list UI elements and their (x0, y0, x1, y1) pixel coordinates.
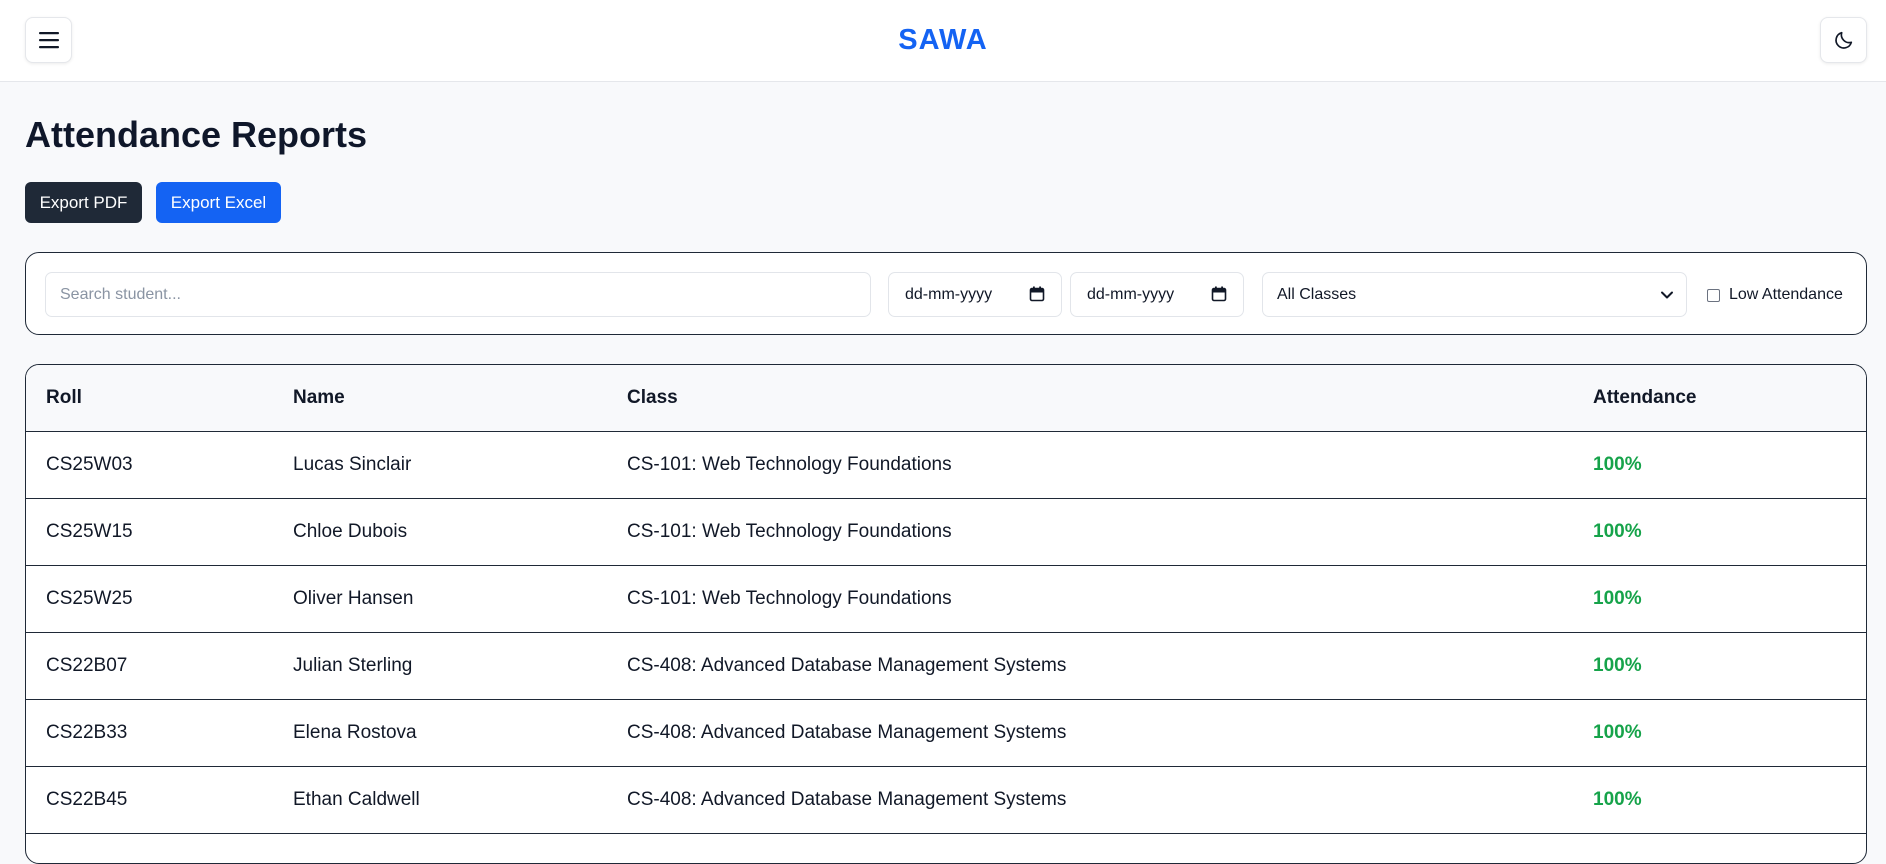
class-cell: CS-408: Advanced Database Management Sys… (627, 722, 1067, 743)
name-cell: Julian Sterling (293, 655, 413, 676)
attendance-cell: 100% (1593, 454, 1642, 475)
table-row[interactable]: CS25W15 Chloe Dubois CS-101: Web Technol… (26, 499, 1866, 566)
column-header-roll[interactable]: Roll (46, 365, 82, 431)
roll-cell: CS22B45 (46, 789, 128, 810)
moon-icon (1834, 31, 1852, 49)
attendance-table: Roll Name Class Attendance CS25W03 Lucas… (25, 364, 1867, 864)
roll-cell: CS25W03 (46, 454, 133, 475)
class-cell: CS-101: Web Technology Foundations (627, 521, 952, 542)
roll-cell: CS25W15 (46, 521, 133, 542)
low-attendance-checkbox[interactable] (1707, 288, 1720, 302)
export-pdf-button[interactable]: Export PDF (25, 182, 142, 223)
attendance-cell: 100% (1593, 655, 1642, 676)
table-row[interactable]: CS25W25 Oliver Hansen CS-101: Web Techno… (26, 566, 1866, 633)
class-select-value: All Classes (1277, 285, 1357, 303)
calendar-icon[interactable] (1029, 286, 1045, 302)
name-cell: Ethan Caldwell (293, 789, 420, 810)
column-header-attendance[interactable]: Attendance (1593, 365, 1696, 431)
search-input[interactable]: Search student... (45, 272, 871, 317)
attendance-cell: 100% (1593, 789, 1642, 810)
roll-cell: CS25W25 (46, 588, 133, 609)
filter-bar: Search student... dd-mm-yyyy dd-mm-yyyy … (25, 252, 1867, 335)
low-attendance-filter[interactable]: Low Attendance (1707, 286, 1843, 304)
table-row[interactable]: CS25W03 Lucas Sinclair CS-101: Web Techn… (26, 432, 1866, 499)
top-navbar: SAWA (0, 0, 1886, 82)
class-cell: CS-101: Web Technology Foundations (627, 454, 952, 475)
date-from-input[interactable]: dd-mm-yyyy (888, 272, 1062, 317)
attendance-cell: 100% (1593, 521, 1642, 542)
calendar-icon[interactable] (1211, 286, 1227, 302)
name-cell: Chloe Dubois (293, 521, 408, 542)
table-row[interactable]: CS22B33 Elena Rostova CS-408: Advanced D… (26, 700, 1866, 767)
class-select[interactable]: All Classes (1262, 272, 1687, 317)
date-to-input[interactable]: dd-mm-yyyy (1070, 272, 1244, 317)
chevron-down-icon (1661, 291, 1673, 299)
date-to-value: dd-mm-yyyy (1087, 285, 1175, 303)
table-row[interactable]: CS22B07 Julian Sterling CS-408: Advanced… (26, 633, 1866, 700)
class-cell: CS-408: Advanced Database Management Sys… (627, 789, 1067, 810)
name-cell: Oliver Hansen (293, 588, 414, 609)
date-from-value: dd-mm-yyyy (905, 285, 993, 303)
column-header-name[interactable]: Name (293, 365, 345, 431)
name-cell: Elena Rostova (293, 722, 417, 743)
search-placeholder: Search student... (60, 285, 181, 303)
attendance-cell: 100% (1593, 588, 1642, 609)
table-row[interactable]: CS22B45 Ethan Caldwell CS-408: Advanced … (26, 767, 1866, 834)
roll-cell: CS22B07 (46, 655, 128, 676)
roll-cell: CS22B33 (46, 722, 128, 743)
low-attendance-label: Low Attendance (1729, 286, 1843, 303)
class-cell: CS-101: Web Technology Foundations (627, 588, 952, 609)
class-cell: CS-408: Advanced Database Management Sys… (627, 655, 1067, 676)
theme-toggle-button[interactable] (1820, 17, 1867, 63)
name-cell: Lucas Sinclair (293, 454, 412, 475)
export-excel-button[interactable]: Export Excel (156, 182, 281, 223)
column-header-class[interactable]: Class (627, 365, 678, 431)
brand-logo: SAWA (898, 24, 988, 56)
table-header-row: Roll Name Class Attendance (26, 365, 1866, 432)
attendance-cell: 100% (1593, 722, 1642, 743)
page-title: Attendance Reports (25, 114, 368, 155)
